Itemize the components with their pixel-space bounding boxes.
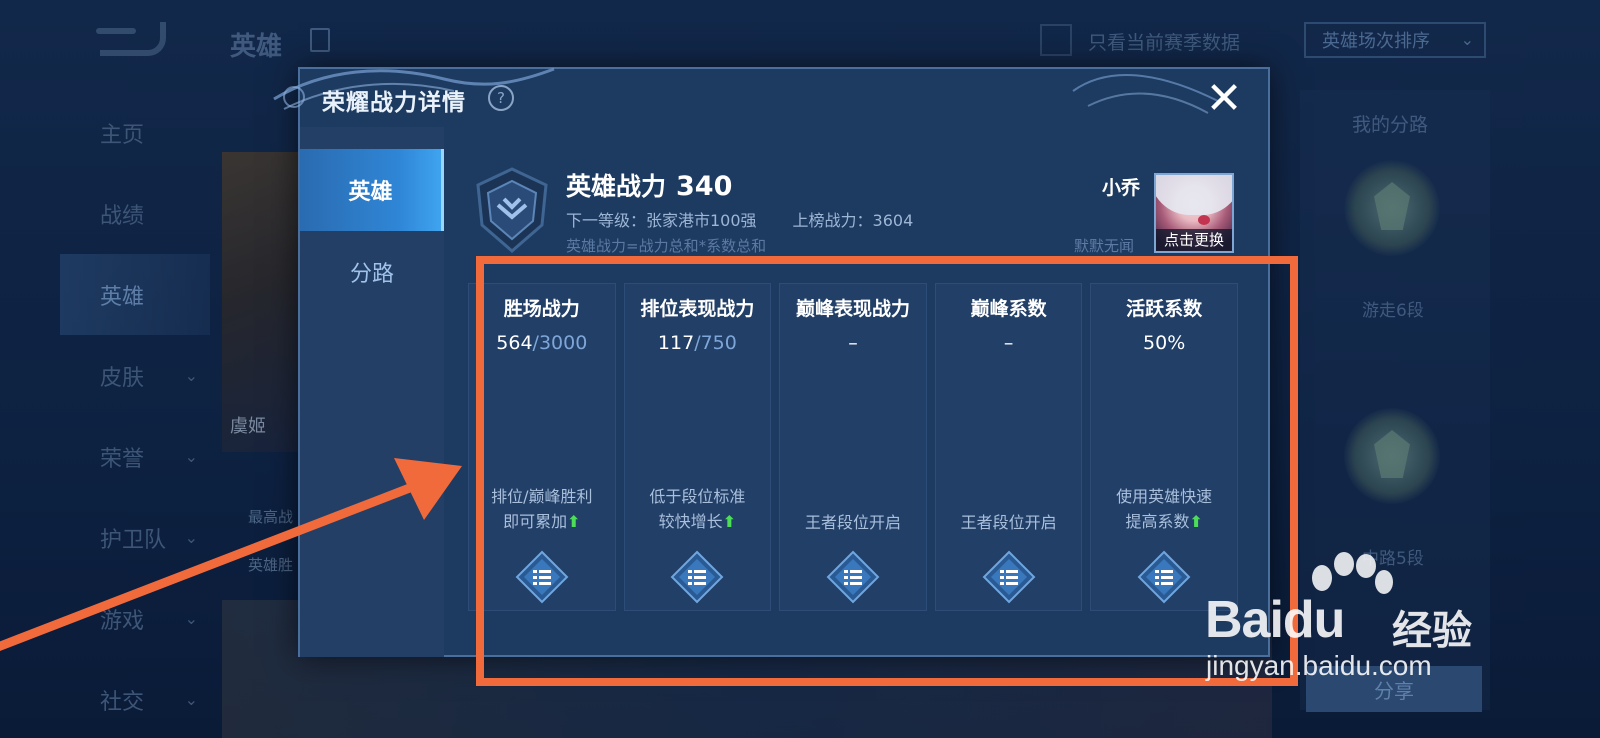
nav-item-game[interactable]: 游戏 ⌄ xyxy=(60,578,210,659)
season-filter-label: 只看当前赛季数据 xyxy=(1088,32,1241,54)
chevron-down-icon: ⌄ xyxy=(184,366,198,385)
nav-label: 游戏 xyxy=(100,608,145,634)
lane-panel-title: 我的分路 xyxy=(1352,114,1429,136)
chevron-down-icon: ⌄ xyxy=(184,528,198,547)
nav-label: 社交 xyxy=(100,689,145,715)
nav-item-record[interactable]: 战绩 xyxy=(60,173,210,254)
rank-power-text: 上榜战力：3604 xyxy=(792,211,914,230)
hero-rank-note: 默默无闻 xyxy=(1074,237,1135,255)
chevron-down-icon: ⌄ xyxy=(184,690,198,709)
annotation-highlight-box xyxy=(476,256,1298,686)
nav-label: 荣誉 xyxy=(100,446,145,472)
rank-badge-icon xyxy=(1344,408,1440,504)
tab-hero[interactable]: 英雄 xyxy=(300,149,444,231)
nav-item-home[interactable]: 主页 xyxy=(60,92,210,173)
nav-label: 战绩 xyxy=(100,203,145,229)
nav-label: 护卫队 xyxy=(100,527,167,553)
watermark-brand: Baidu xyxy=(1205,590,1346,650)
sort-select-value: 英雄场次排序 xyxy=(1322,31,1430,52)
nav-item-social[interactable]: 社交 ⌄ xyxy=(60,659,210,738)
change-hero-button[interactable]: 点击更换 xyxy=(1156,229,1232,251)
watermark-url: jingyan.baidu.com xyxy=(1206,650,1432,681)
dialog-header: 荣耀战力详情 ? ✕ xyxy=(273,67,1268,127)
next-level-text: 下一等级：张家港市100强 xyxy=(566,211,757,230)
close-button[interactable]: ✕ xyxy=(1202,77,1246,121)
nav-label: 皮肤 xyxy=(100,365,145,391)
power-subinfo: 下一等级：张家港市100强 上榜战力：3604 xyxy=(566,207,913,231)
lane-rank-label: 游走6段 xyxy=(1362,301,1424,321)
help-icon[interactable]: ? xyxy=(488,85,514,111)
hero-power-label: 英雄战力 xyxy=(566,172,667,201)
main-nav: 主页 战绩 英雄 皮肤 ⌄ 荣誉 ⌄ 护卫队 ⌄ 游戏 ⌄ 社交 ⌄ xyxy=(60,92,210,738)
nav-item-skins[interactable]: 皮肤 ⌄ xyxy=(60,335,210,416)
watermark-brand-part: du xyxy=(1282,591,1346,649)
chevron-down-icon: ⌄ xyxy=(184,609,198,628)
chevron-down-icon: ⌄ xyxy=(1460,30,1474,49)
power-formula: 英雄战力=战力总和*系数总和 xyxy=(566,237,767,255)
chevron-down-icon: ⌄ xyxy=(184,447,198,466)
hero-card-image[interactable] xyxy=(222,152,302,452)
dialog-sidebar: 英雄 分路 xyxy=(300,127,444,657)
hero-card-caption: 英雄胜 xyxy=(248,556,294,574)
hero-avatar[interactable]: 点击更换 xyxy=(1154,173,1234,253)
hero-power-heading: 英雄战力 340 xyxy=(566,167,732,203)
season-checkbox[interactable] xyxy=(1040,24,1072,56)
watermark-brand-part: Bai xyxy=(1205,591,1284,649)
tab-lane[interactable]: 分路 xyxy=(300,231,444,313)
hero-power-value: 340 xyxy=(676,171,733,202)
back-arrow-icon[interactable] xyxy=(96,22,166,56)
hero-card-name: 虞姬 xyxy=(230,416,266,437)
rank-badge-icon xyxy=(1344,160,1440,256)
nav-item-heroes[interactable]: 英雄 xyxy=(60,254,210,335)
sort-select[interactable]: 英雄场次排序 ⌄ xyxy=(1304,22,1486,58)
selected-hero-name: 小乔 xyxy=(1102,177,1141,199)
nav-item-honor[interactable]: 荣誉 ⌄ xyxy=(60,416,210,497)
watermark-brand-cn: 经验 xyxy=(1392,608,1472,654)
nav-label: 英雄 xyxy=(100,284,145,310)
page-title: 英雄 xyxy=(230,32,283,62)
nav-item-guard[interactable]: 护卫队 ⌄ xyxy=(60,497,210,578)
nav-label: 主页 xyxy=(100,122,145,148)
list-icon[interactable] xyxy=(310,28,330,52)
hero-card-caption: 最高战 xyxy=(248,508,294,526)
power-emblem-icon xyxy=(476,167,548,253)
dialog-title: 荣耀战力详情 xyxy=(322,90,466,116)
